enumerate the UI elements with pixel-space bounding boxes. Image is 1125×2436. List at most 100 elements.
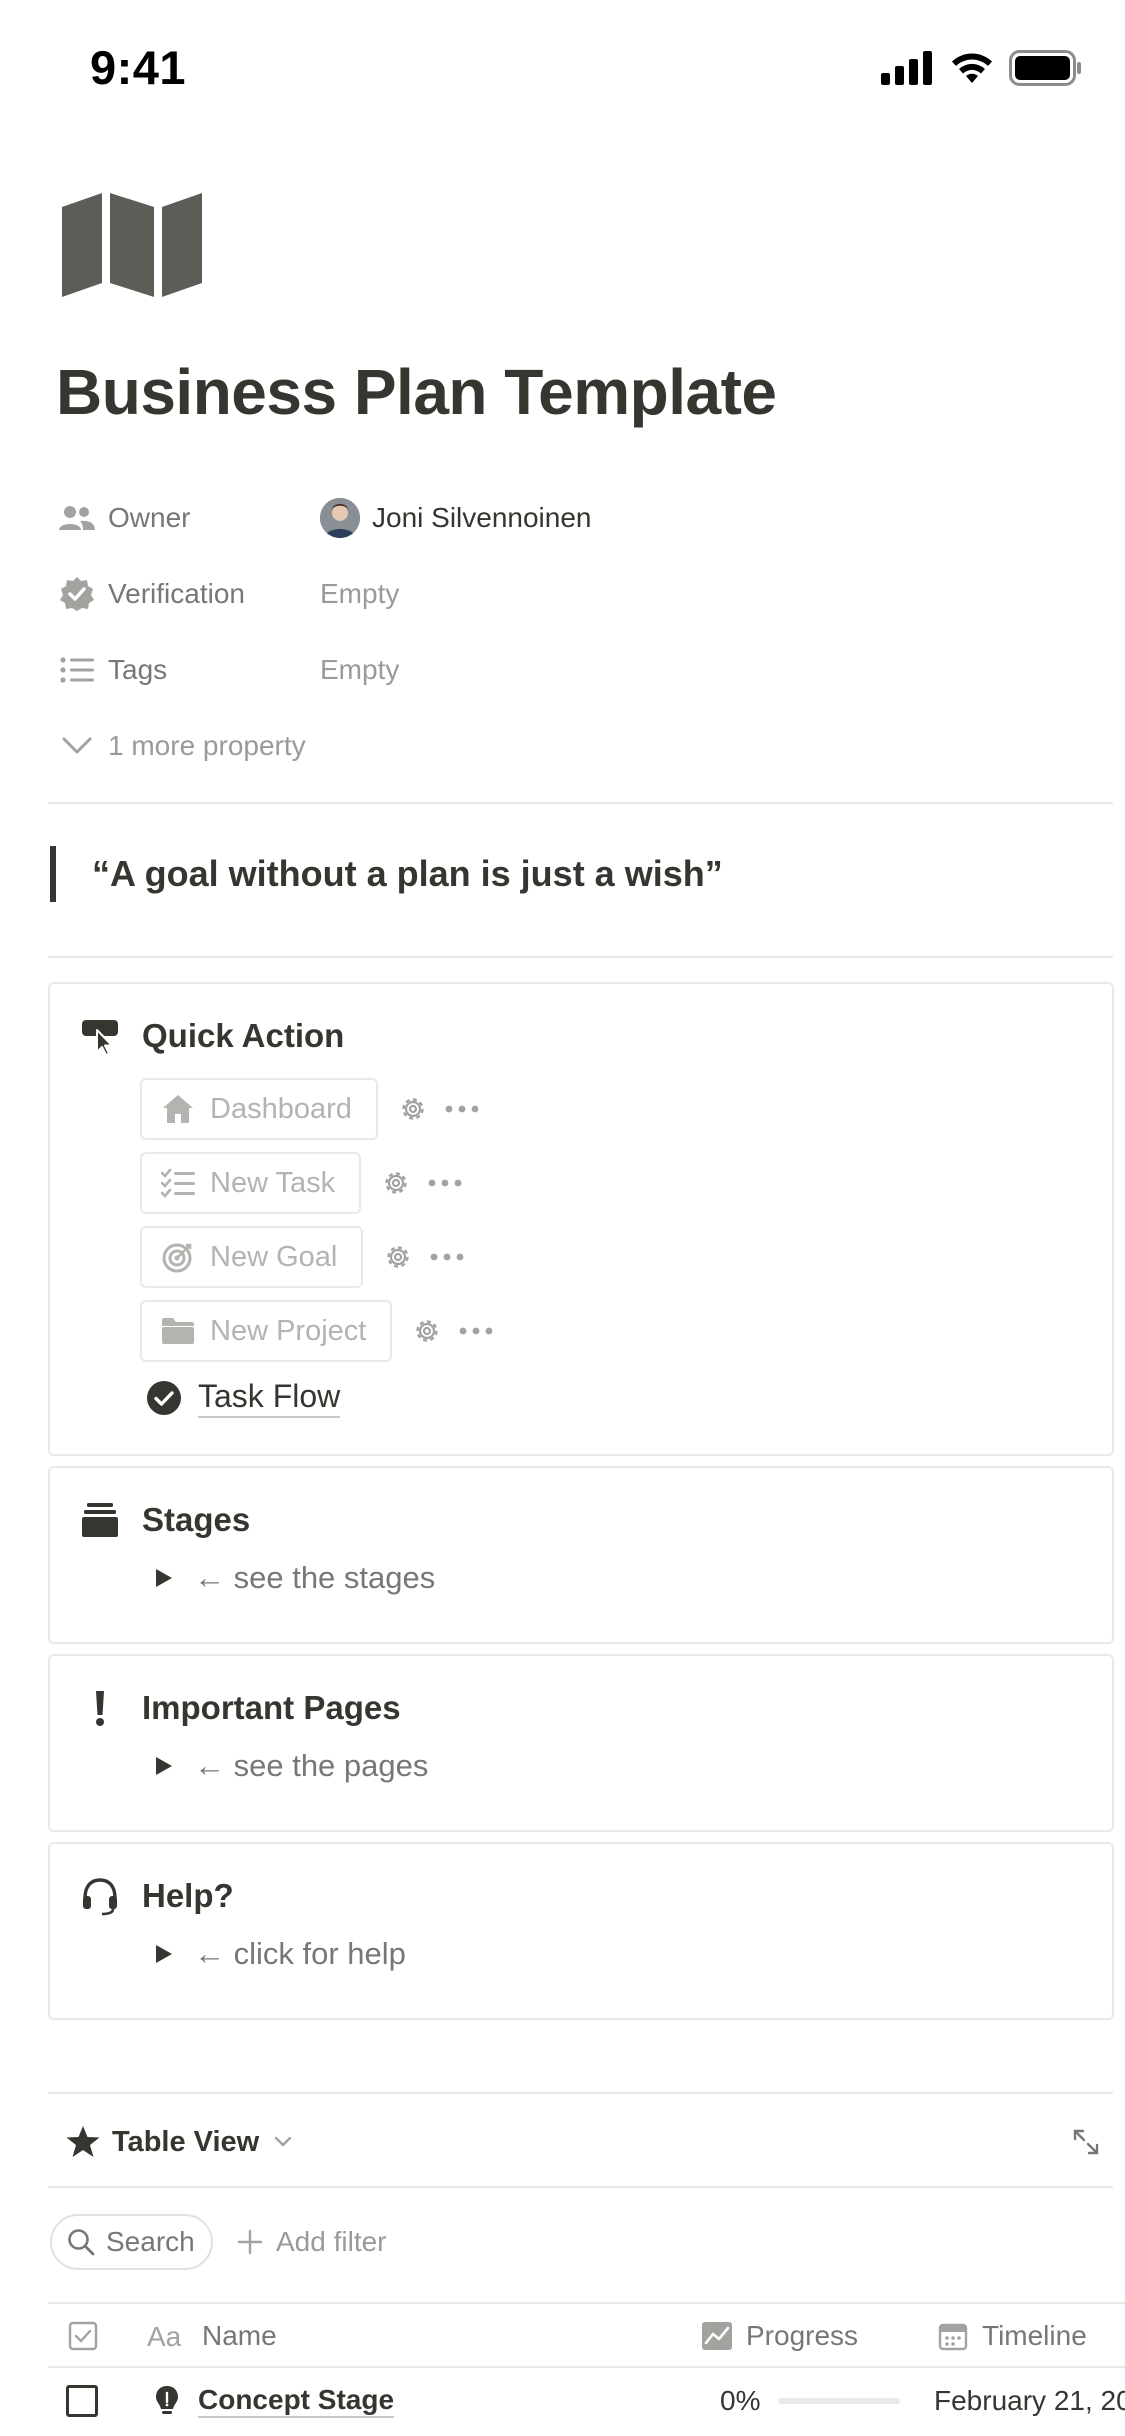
callout-stages: Stages ← see the stages — [48, 1466, 1114, 1644]
avatar — [320, 498, 360, 538]
button-label: New Task — [210, 1166, 336, 1199]
search-label: Search — [106, 2226, 195, 2257]
check-circle-icon — [147, 1381, 181, 1415]
table-header: Aa Name Progress Timeline — [48, 2302, 1125, 2368]
star-icon — [64, 2123, 102, 2161]
property-value-owner: Joni Silvennoinen — [372, 502, 592, 533]
search-icon — [66, 2227, 96, 2257]
cellular-signal-icon — [881, 51, 932, 85]
progress-cell[interactable]: 0% — [720, 2368, 901, 2434]
column-label: Name — [202, 2320, 277, 2351]
search-button[interactable]: Search — [50, 2214, 213, 2270]
property-value-verification: Empty — [320, 578, 400, 609]
home-icon — [160, 1091, 196, 1127]
divider — [48, 2186, 1113, 2188]
chevron-down-icon — [271, 2130, 295, 2154]
add-filter-button[interactable]: Add filter — [236, 2214, 387, 2270]
row-timeline: February 21, 2024 → February 28, 2024 — [934, 2385, 1125, 2416]
column-header-progress[interactable]: Progress — [700, 2304, 858, 2368]
view-switcher[interactable]: Table View — [64, 2123, 295, 2161]
column-header-name[interactable]: Aa Name — [146, 2304, 277, 2368]
tray-stack-icon — [78, 1498, 122, 1542]
dashboard-button[interactable]: Dashboard — [140, 1078, 378, 1140]
column-header-timeline[interactable]: Timeline — [936, 2304, 1087, 2368]
wifi-icon — [952, 53, 992, 83]
callout-important-pages: Important Pages ← see the pages — [48, 1654, 1114, 1832]
callout-title: Important Pages — [142, 1689, 401, 1726]
progress-bar — [778, 2398, 901, 2404]
property-owner[interactable]: Owner Joni Silvennoinen — [58, 480, 1108, 556]
quick-action-row: New Project — [140, 1300, 496, 1362]
target-icon — [160, 1239, 196, 1275]
checklist-icon — [160, 1165, 196, 1201]
callout-help: Help? ← click for help — [48, 1842, 1114, 2020]
gear-icon[interactable] — [381, 1240, 415, 1274]
property-verification[interactable]: Verification Empty — [58, 556, 1108, 632]
add-filter-label: Add filter — [276, 2226, 387, 2257]
callout-title: Help? — [142, 1877, 234, 1914]
more-properties-toggle[interactable]: 1 more property — [58, 708, 1108, 784]
toggle-label: ← see the pages — [194, 1748, 429, 1783]
more-options-icon[interactable] — [456, 1314, 496, 1348]
button-label: New Project — [210, 1314, 367, 1347]
table-view-header: Table View — [48, 2096, 1114, 2188]
pointer-sign-icon — [78, 1014, 122, 1058]
status-icons — [881, 50, 1083, 86]
callout-title: Quick Action — [142, 1017, 345, 1054]
divider — [48, 956, 1113, 958]
name-cell[interactable]: Concept Stage — [154, 2368, 395, 2434]
timeline-cell[interactable]: February 21, 2024 → February 28, 2024 — [934, 2368, 1125, 2434]
list-icon — [58, 651, 96, 689]
more-options-icon[interactable] — [442, 1092, 482, 1126]
triangle-right-icon — [150, 1564, 178, 1592]
status-time: 9:41 — [90, 41, 187, 94]
quote-block[interactable]: “A goal without a plan is just a wish” — [50, 846, 723, 902]
triangle-right-icon — [150, 1752, 178, 1780]
map-icon[interactable] — [62, 193, 202, 297]
gear-icon[interactable] — [410, 1314, 444, 1348]
gear-icon[interactable] — [379, 1166, 413, 1200]
column-label: Timeline — [982, 2320, 1087, 2351]
property-key-tags: Tags — [108, 654, 168, 685]
new-goal-button[interactable]: New Goal — [140, 1226, 364, 1288]
property-tags[interactable]: Tags Empty — [58, 632, 1108, 708]
task-flow-label: Task Flow — [198, 1378, 341, 1418]
triangle-right-icon — [150, 1940, 178, 1968]
row-name: Concept Stage — [198, 2384, 395, 2418]
button-label: New Goal — [210, 1240, 338, 1273]
battery-icon — [1009, 50, 1081, 86]
row-checkbox-cell[interactable] — [66, 2368, 98, 2434]
row-checkbox[interactable] — [66, 2385, 98, 2417]
property-key-owner: Owner — [108, 502, 191, 533]
more-options-icon[interactable] — [425, 1166, 465, 1200]
quick-action-row: New Goal — [140, 1226, 467, 1288]
plus-icon — [236, 2228, 264, 2256]
button-label: Dashboard — [210, 1092, 352, 1125]
progress-percent: 0% — [720, 2385, 761, 2416]
properties-list: Owner Joni Silvennoinen Verification Emp… — [58, 480, 1108, 784]
select-all-checkbox[interactable] — [68, 2304, 98, 2368]
stages-toggle[interactable]: ← see the stages — [150, 1560, 435, 1596]
help-toggle[interactable]: ← click for help — [150, 1936, 406, 1972]
headset-icon — [78, 1874, 122, 1918]
table-row[interactable]: Concept Stage 0% February 21, 2024 → Feb… — [48, 2368, 1125, 2436]
toggle-label: ← click for help — [194, 1936, 406, 1971]
column-label: Progress — [746, 2320, 859, 2351]
toggle-label: ← see the stages — [194, 1560, 436, 1595]
new-task-button[interactable]: New Task — [140, 1152, 362, 1214]
new-project-button[interactable]: New Project — [140, 1300, 393, 1362]
gear-icon[interactable] — [396, 1092, 430, 1126]
page-title[interactable]: Business Plan Template — [56, 355, 777, 429]
pages-toggle[interactable]: ← see the pages — [150, 1748, 428, 1784]
more-options-icon[interactable] — [427, 1240, 467, 1274]
callout-quick-action: Quick Action Dashboard New Task New Goal… — [48, 982, 1114, 1456]
property-key-verification: Verification — [108, 578, 245, 609]
divider — [48, 802, 1113, 804]
verified-badge-icon — [58, 575, 96, 613]
people-icon — [58, 499, 96, 537]
task-flow-link[interactable]: Task Flow — [146, 1378, 341, 1418]
expand-icon[interactable] — [1068, 2124, 1104, 2160]
divider — [48, 2092, 1113, 2094]
svg-text:Aa: Aa — [147, 2321, 182, 2351]
exclamation-icon — [78, 1686, 122, 1730]
